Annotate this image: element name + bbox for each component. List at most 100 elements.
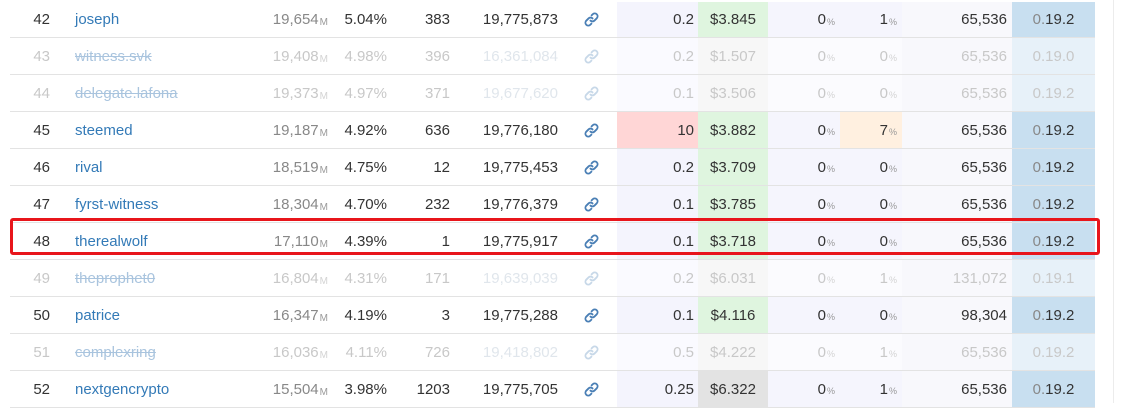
price-feed-value: $3.709 [710, 158, 756, 176]
percent-value: 4.92% [344, 121, 387, 139]
param3-cell: 0% [840, 186, 902, 222]
link-icon[interactable] [583, 48, 600, 65]
param2-value: 0 [817, 11, 826, 28]
missed-cell: 1 [390, 223, 450, 259]
param1-value: 0.25 [664, 380, 694, 398]
percent-value: 4.97% [344, 84, 387, 102]
missed-value: 396 [424, 47, 450, 65]
block-size-value: 65,536 [961, 11, 1007, 28]
param3-value: 0 [879, 306, 888, 324]
price-feed-cell: $3.785 [698, 186, 768, 222]
table-row: 43 witness.svk 19,408 M 4.98% 396 16,361,… [10, 38, 1095, 75]
block-size-value: 65,536 [961, 195, 1007, 213]
param1-value: 0.2 [673, 11, 694, 28]
price-feed-value: $3.718 [710, 232, 756, 250]
link-cell[interactable] [575, 186, 607, 222]
version-cell: 0. 19.2 [1012, 334, 1095, 370]
witness-name-link[interactable]: witness.svk [75, 48, 152, 65]
percent-cell: 5.04% [328, 2, 387, 37]
votes-value: 19,373 [272, 84, 319, 102]
block-size-value: 65,536 [961, 158, 1007, 176]
block-size-value: 98,304 [961, 306, 1007, 324]
link-cell[interactable] [575, 297, 607, 333]
version-value: 19.2 [1045, 380, 1075, 398]
rank-cell: 42 [10, 2, 50, 37]
link-icon[interactable] [583, 122, 600, 139]
percent-cell: 4.70% [328, 186, 387, 222]
param1-value: 0.1 [673, 84, 694, 102]
param2-value: 0 [817, 343, 826, 361]
witness-name-link[interactable]: complexring [75, 344, 156, 361]
witness-name-link[interactable]: delegate.lafona [75, 85, 178, 102]
votes-cell: 16,804 M [250, 260, 328, 296]
link-cell[interactable] [575, 75, 607, 111]
link-cell[interactable] [575, 149, 607, 185]
version-value: 19.2 [1045, 343, 1075, 361]
votes-unit: M [319, 238, 328, 250]
witness-name-link[interactable]: steemed [75, 122, 133, 139]
link-icon[interactable] [583, 196, 600, 213]
scrollbar-track[interactable] [1113, 0, 1125, 403]
rank-cell: 48 [10, 223, 50, 259]
witness-name-link[interactable]: therealwolf [75, 233, 148, 250]
version-cell: 0. 19.2 [1012, 297, 1095, 333]
percent-value: 4.98% [344, 47, 387, 65]
link-cell[interactable] [575, 334, 607, 370]
link-cell[interactable] [575, 371, 607, 407]
votes-cell: 19,408 M [250, 38, 328, 74]
link-icon[interactable] [583, 85, 600, 102]
witness-name-link[interactable]: rival [75, 159, 103, 176]
name-cell: therealwolf [75, 223, 245, 259]
votes-value: 18,519 [272, 158, 319, 176]
last-block-value: 19,775,917 [482, 232, 558, 250]
link-icon[interactable] [583, 381, 600, 398]
price-feed-value: $3.882 [710, 121, 756, 139]
witness-table: 42 joseph 19,654 M 5.04% 383 19,775,873 0… [10, 2, 1095, 408]
missed-cell: 3 [390, 297, 450, 333]
votes-cell: 19,187 M [250, 112, 328, 148]
percent-value: 4.11% [345, 343, 387, 361]
param3-cell: 1% [840, 260, 902, 296]
link-icon[interactable] [583, 270, 600, 287]
link-icon[interactable] [583, 233, 600, 250]
param1-cell: 0.1 [617, 186, 699, 222]
param2-unit: % [826, 238, 835, 248]
last-block-value: 19,677,620 [482, 84, 558, 102]
votes-value: 16,347 [272, 306, 319, 324]
votes-value: 19,187 [272, 121, 319, 139]
param2-cell: 0% [768, 186, 840, 222]
rank-cell: 46 [10, 149, 50, 185]
votes-cell: 18,304 M [250, 186, 328, 222]
witness-name-link[interactable]: joseph [75, 11, 119, 28]
param2-unit: % [826, 386, 835, 396]
link-icon[interactable] [583, 11, 600, 28]
votes-unit: M [319, 53, 328, 65]
missed-value: 636 [424, 121, 450, 139]
votes-unit: M [319, 349, 328, 361]
param3-unit: % [888, 90, 897, 100]
param3-unit: % [888, 349, 897, 359]
price-feed-value: $3.845 [710, 11, 756, 28]
witness-name-link[interactable]: nextgencrypto [75, 381, 169, 398]
last-block-value: 19,775,705 [482, 380, 558, 398]
param3-unit: % [888, 238, 897, 248]
link-cell[interactable] [575, 112, 607, 148]
param1-cell: 10 [617, 112, 699, 148]
param1-value: 0.1 [673, 232, 694, 250]
missed-value: 383 [424, 11, 450, 28]
link-icon[interactable] [583, 344, 600, 361]
link-icon[interactable] [583, 307, 600, 324]
witness-name-link[interactable]: fyrst-witness [75, 196, 158, 213]
witness-name-link[interactable]: patrice [75, 307, 120, 324]
witness-name-link[interactable]: theprophet0 [75, 270, 155, 287]
link-cell[interactable] [575, 223, 607, 259]
link-cell[interactable] [575, 38, 607, 74]
price-feed-cell: $4.116 [698, 297, 768, 333]
name-cell: theprophet0 [75, 260, 245, 296]
link-cell[interactable] [575, 260, 607, 296]
link-cell[interactable] [575, 2, 607, 37]
link-icon[interactable] [583, 159, 600, 176]
param1-value: 0.2 [673, 158, 694, 176]
missed-value: 726 [424, 343, 450, 361]
rank-value: 44 [33, 84, 50, 102]
